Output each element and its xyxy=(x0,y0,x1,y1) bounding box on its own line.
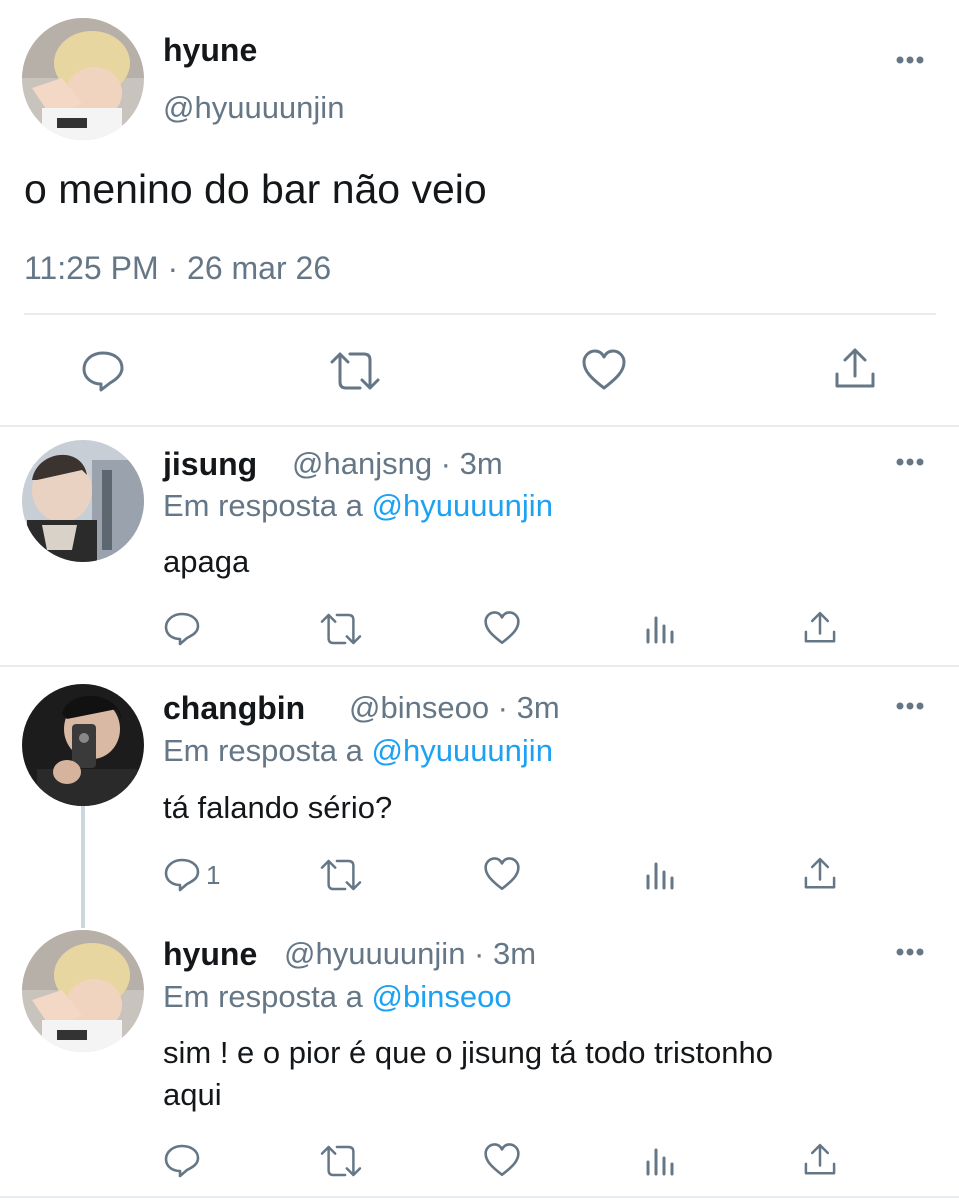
reply-icon[interactable] xyxy=(163,1142,201,1180)
divider xyxy=(0,425,959,427)
reply-text: tá falando sério? xyxy=(163,790,393,825)
reply-avatar[interactable] xyxy=(22,684,144,806)
reply-context: Em resposta a @hyuuuunjin xyxy=(163,731,553,771)
more-options-icon[interactable] xyxy=(892,452,928,472)
main-tweet-handle[interactable]: @hyuuuunjin xyxy=(163,88,344,128)
reply-meta[interactable]: @hyuuuunjin · 3m xyxy=(284,934,536,974)
reply-avatar[interactable] xyxy=(22,440,144,562)
more-options-icon[interactable] xyxy=(892,50,928,70)
reply-prefix: Em resposta a xyxy=(163,733,363,768)
share-icon[interactable] xyxy=(832,346,878,392)
main-tweet-avatar[interactable] xyxy=(22,18,144,140)
reply-text-line-2: aqui xyxy=(163,1077,222,1112)
more-options-icon[interactable] xyxy=(892,942,928,962)
reply-to-mention[interactable]: @hyuuuunjin xyxy=(372,733,553,768)
reply-icon[interactable] xyxy=(163,856,201,894)
retweet-icon[interactable] xyxy=(320,856,362,894)
reply-prefix: Em resposta a xyxy=(163,488,363,523)
retweet-icon[interactable] xyxy=(330,348,380,394)
reply-count: 1 xyxy=(206,860,221,890)
share-icon[interactable] xyxy=(802,856,838,892)
reply-meta[interactable]: @hanjsng · 3m xyxy=(292,444,503,484)
reply-context: Em resposta a @binseoo xyxy=(163,977,512,1017)
main-tweet-text: o menino do bar não veio xyxy=(24,166,487,212)
divider xyxy=(0,665,959,667)
reply-icon[interactable] xyxy=(80,348,126,394)
reply-to-mention[interactable]: @hyuuuunjin xyxy=(372,488,553,523)
main-tweet-timestamp[interactable]: 11:25 PM · 26 mar 26 xyxy=(24,248,331,288)
reply-icon[interactable] xyxy=(163,610,201,648)
reply-text-line-1: sim ! e o pior é que o jisung tá todo tr… xyxy=(163,1035,774,1070)
like-icon[interactable] xyxy=(483,610,521,646)
reply-text: apaga xyxy=(163,544,250,579)
thread-connector-line xyxy=(81,804,85,928)
like-icon[interactable] xyxy=(483,856,521,892)
retweet-icon[interactable] xyxy=(320,1142,362,1180)
divider xyxy=(24,313,936,315)
reply-display-name[interactable]: hyune xyxy=(163,934,257,974)
main-tweet-display-name[interactable]: hyune xyxy=(163,30,257,70)
analytics-icon[interactable] xyxy=(644,858,678,892)
share-icon[interactable] xyxy=(802,1142,838,1178)
reply-display-name[interactable]: jisung xyxy=(163,444,257,484)
reply-display-name[interactable]: changbin xyxy=(163,688,305,728)
like-icon[interactable] xyxy=(483,1142,521,1178)
reply-meta[interactable]: @binseoo · 3m xyxy=(349,688,560,728)
more-options-icon[interactable] xyxy=(892,696,928,716)
like-icon[interactable] xyxy=(581,348,627,392)
reply-context: Em resposta a @hyuuuunjin xyxy=(163,486,553,526)
reply-avatar[interactable] xyxy=(22,930,144,1052)
retweet-icon[interactable] xyxy=(320,610,362,648)
analytics-icon[interactable] xyxy=(644,612,678,646)
reply-prefix: Em resposta a xyxy=(163,979,363,1014)
divider xyxy=(0,1196,959,1198)
reply-to-mention[interactable]: @binseoo xyxy=(372,979,512,1014)
share-icon[interactable] xyxy=(802,610,838,646)
analytics-icon[interactable] xyxy=(644,1144,678,1178)
